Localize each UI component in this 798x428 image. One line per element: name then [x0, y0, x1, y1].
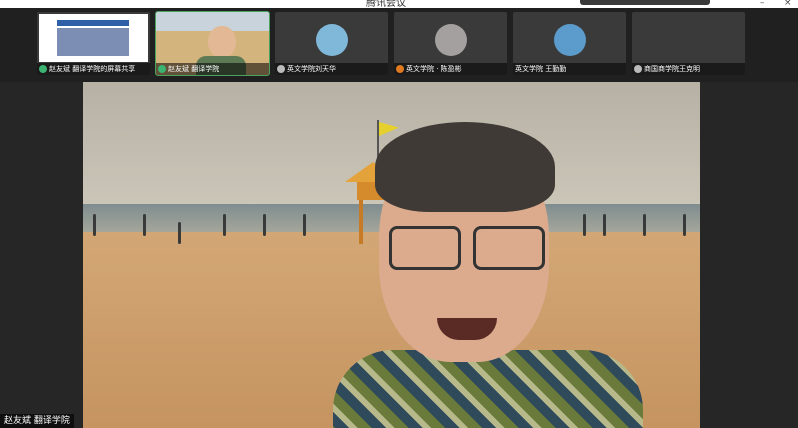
beachgoer [263, 214, 266, 236]
participant-tile-liu[interactable]: 英文学院刘天华 [275, 12, 388, 75]
beachgoer [93, 214, 96, 236]
participant-label: 英文学院 · 陈盈彬 [394, 63, 507, 75]
face-shape [208, 26, 236, 58]
participant-label: 英文学院刘天华 [275, 63, 388, 75]
participant-name: 英文学院 王勤勤 [515, 65, 567, 73]
avatar [673, 24, 705, 56]
main-video[interactable] [83, 82, 700, 428]
participant-tile-wang[interactable]: 英文学院 王勤勤 [513, 12, 626, 75]
hair-shape [375, 122, 555, 212]
participant-strip: 赵友斌 翻译学院的屏幕共享 赵友斌 翻译学院 英文学院刘天华 英文学院 · 陈盈… [0, 8, 798, 82]
slide-group-photo [57, 28, 129, 56]
avatar [316, 24, 348, 56]
minimize-icon[interactable]: – [760, 0, 765, 8]
speaker-person [333, 122, 693, 428]
participant-tile-chen[interactable]: 英文学院 · 陈盈彬 [394, 12, 507, 75]
mic-icon [396, 65, 404, 73]
participant-name: 英文学院刘天华 [287, 65, 336, 73]
avatar [435, 24, 467, 56]
mic-icon [277, 65, 285, 73]
window-handle[interactable] [580, 0, 710, 5]
beachgoer [178, 222, 181, 244]
close-icon[interactable]: × [784, 0, 792, 8]
participant-name: 赵友斌 翻译学院 [168, 65, 220, 73]
beachgoer [143, 214, 146, 236]
shirt-shape [333, 350, 643, 428]
participant-label: 商国商学院王克明 [632, 63, 745, 75]
title-bar: 腾讯会议 – × [0, 0, 798, 9]
participant-tile-wang-keming[interactable]: 商国商学院王克明 [632, 12, 745, 75]
lens-right [473, 226, 545, 270]
participant-name: 赵友斌 翻译学院的屏幕共享 [49, 65, 136, 73]
lens-left [389, 226, 461, 270]
glasses-shape [389, 226, 545, 270]
beachgoer [303, 214, 306, 236]
mic-icon [158, 65, 166, 73]
participant-label: 赵友斌 翻译学院的屏幕共享 [37, 63, 150, 75]
participant-label: 英文学院 王勤勤 [513, 63, 626, 75]
mic-icon [39, 65, 47, 73]
participant-tile-speaker[interactable]: 赵友斌 翻译学院 [155, 11, 270, 76]
slide-header [57, 20, 129, 26]
participant-name: 商国商学院王克明 [644, 65, 700, 73]
mic-icon [634, 65, 642, 73]
speaker-name-label: 赵友斌 翻译学院 [0, 414, 74, 428]
avatar [554, 24, 586, 56]
beachgoer [223, 214, 226, 236]
participant-name: 英文学院 · 陈盈彬 [406, 65, 462, 73]
participant-tile-screen-share[interactable]: 赵友斌 翻译学院的屏幕共享 [37, 12, 150, 75]
participant-label: 赵友斌 翻译学院 [156, 63, 269, 75]
screen-share-thumbnail [39, 14, 148, 62]
